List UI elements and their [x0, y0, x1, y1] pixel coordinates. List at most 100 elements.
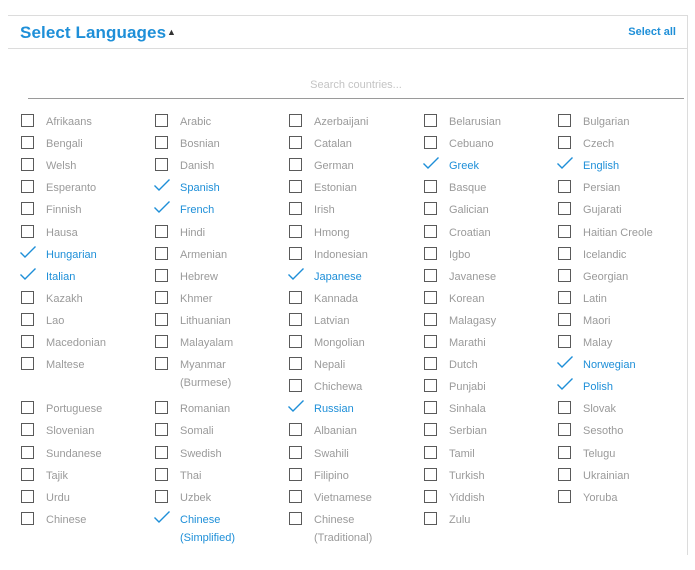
language-option[interactable]: Afrikaans	[21, 114, 149, 136]
checkbox-icon[interactable]	[21, 335, 34, 348]
checkbox-icon[interactable]	[558, 335, 571, 348]
checkbox-icon[interactable]	[289, 489, 302, 503]
checkbox-icon[interactable]	[289, 312, 302, 326]
checkbox-icon[interactable]	[289, 136, 302, 150]
checkbox-icon[interactable]	[155, 158, 168, 172]
checkbox-icon[interactable]	[21, 467, 34, 481]
language-option[interactable]: Swedish	[155, 445, 283, 468]
checkbox-icon[interactable]	[21, 445, 34, 459]
language-option[interactable]: Croatian	[424, 224, 552, 247]
checkmark-icon[interactable]	[422, 156, 440, 170]
language-option[interactable]: Romanian	[155, 401, 283, 423]
checkbox-icon[interactable]	[21, 114, 34, 127]
language-option[interactable]: Maori	[558, 312, 686, 335]
checkbox-icon[interactable]	[424, 268, 437, 282]
checkbox-icon[interactable]	[289, 246, 302, 260]
select-all-link[interactable]: Select all	[628, 26, 676, 38]
language-option[interactable]: Sinhala	[424, 401, 552, 423]
checkmark-icon[interactable]	[287, 399, 305, 413]
checkbox-icon[interactable]	[424, 202, 437, 216]
checkbox-icon[interactable]	[424, 224, 437, 238]
checkbox-icon[interactable]	[558, 401, 571, 415]
checkbox-icon[interactable]	[155, 401, 168, 415]
language-option[interactable]: Mongolian	[289, 335, 417, 357]
checkmark-icon[interactable]	[153, 510, 171, 524]
checkbox-icon[interactable]	[21, 423, 34, 437]
checkbox-icon[interactable]	[424, 423, 437, 437]
language-option[interactable]: Polish	[556, 377, 686, 401]
language-option[interactable]: Lithuanian	[155, 312, 283, 335]
checkbox-icon[interactable]	[558, 489, 571, 503]
language-option[interactable]: Hebrew	[155, 268, 283, 291]
language-option[interactable]: Bengali	[21, 136, 149, 158]
language-option[interactable]: Greek	[422, 156, 552, 180]
language-option[interactable]: Serbian	[424, 423, 552, 445]
language-option[interactable]: Icelandic	[558, 246, 686, 269]
language-option[interactable]: Latvian	[289, 312, 417, 335]
language-option[interactable]: Norwegian	[556, 355, 686, 379]
checkbox-icon[interactable]	[424, 445, 437, 459]
checkbox-icon[interactable]	[155, 246, 168, 260]
checkbox-icon[interactable]	[289, 290, 302, 304]
checkbox-icon[interactable]	[21, 202, 34, 216]
language-option[interactable]: Swahili	[289, 445, 417, 468]
language-option[interactable]: Marathi	[424, 335, 552, 357]
checkbox-icon[interactable]	[424, 114, 437, 127]
language-option[interactable]: Chinese	[21, 511, 149, 534]
checkbox-icon[interactable]	[558, 224, 571, 238]
language-option[interactable]: Basque	[424, 180, 552, 202]
language-option[interactable]: Yoruba	[558, 489, 686, 512]
language-option[interactable]: Slovak	[558, 401, 686, 423]
checkbox-icon[interactable]	[289, 158, 302, 172]
checkbox-icon[interactable]	[424, 246, 437, 260]
checkbox-icon[interactable]	[289, 202, 302, 216]
checkbox-icon[interactable]	[289, 445, 302, 459]
language-option[interactable]: Italian	[20, 267, 149, 291]
language-option[interactable]: English	[556, 156, 686, 180]
checkbox-icon[interactable]	[289, 114, 302, 127]
checkmark-icon[interactable]	[556, 355, 574, 369]
language-option[interactable]: Japanese	[288, 267, 417, 291]
checkbox-icon[interactable]	[558, 136, 571, 150]
language-option[interactable]: Chinese (Simplified)	[153, 510, 283, 544]
checkmark-icon[interactable]	[556, 377, 574, 391]
language-option[interactable]: Malay	[558, 335, 686, 357]
checkbox-icon[interactable]	[558, 246, 571, 260]
checkbox-icon[interactable]	[424, 312, 437, 326]
checkbox-icon[interactable]	[289, 224, 302, 238]
checkbox-icon[interactable]	[155, 445, 168, 459]
checkbox-icon[interactable]	[558, 114, 571, 127]
checkmark-icon[interactable]	[556, 156, 574, 170]
checkbox-icon[interactable]	[424, 511, 437, 525]
checkbox-icon[interactable]	[558, 202, 571, 216]
checkbox-icon[interactable]	[424, 335, 437, 348]
language-option[interactable]: Ukrainian	[558, 467, 686, 490]
language-option[interactable]: Portuguese	[21, 401, 149, 423]
language-option[interactable]: Gujarati	[558, 202, 686, 224]
language-option[interactable]: Welsh	[21, 158, 149, 180]
checkbox-icon[interactable]	[558, 180, 571, 194]
language-option[interactable]: Slovenian	[21, 423, 149, 445]
language-option[interactable]: Malagasy	[424, 312, 552, 335]
language-option[interactable]: Czech	[558, 136, 686, 158]
language-option[interactable]: Catalan	[289, 136, 417, 158]
language-option[interactable]: Georgian	[558, 268, 686, 291]
language-option[interactable]: Lao	[21, 312, 149, 335]
language-option[interactable]: Cebuano	[424, 136, 552, 158]
language-option[interactable]: Vietnamese	[289, 489, 417, 512]
checkbox-icon[interactable]	[21, 158, 34, 172]
checkbox-icon[interactable]	[289, 357, 302, 371]
checkbox-icon[interactable]	[424, 489, 437, 503]
checkbox-icon[interactable]	[155, 224, 168, 238]
language-option[interactable]: Tamil	[424, 445, 552, 468]
language-option[interactable]: Macedonian	[21, 335, 149, 357]
checkbox-icon[interactable]	[155, 136, 168, 150]
language-option[interactable]: Chichewa	[289, 379, 417, 401]
checkmark-icon[interactable]	[153, 178, 171, 192]
language-option[interactable]: Maltese	[21, 357, 149, 379]
checkbox-icon[interactable]	[21, 180, 34, 194]
checkbox-icon[interactable]	[155, 357, 168, 371]
checkmark-icon[interactable]	[19, 245, 37, 259]
checkbox-icon[interactable]	[289, 467, 302, 481]
checkbox-icon[interactable]	[155, 335, 168, 348]
